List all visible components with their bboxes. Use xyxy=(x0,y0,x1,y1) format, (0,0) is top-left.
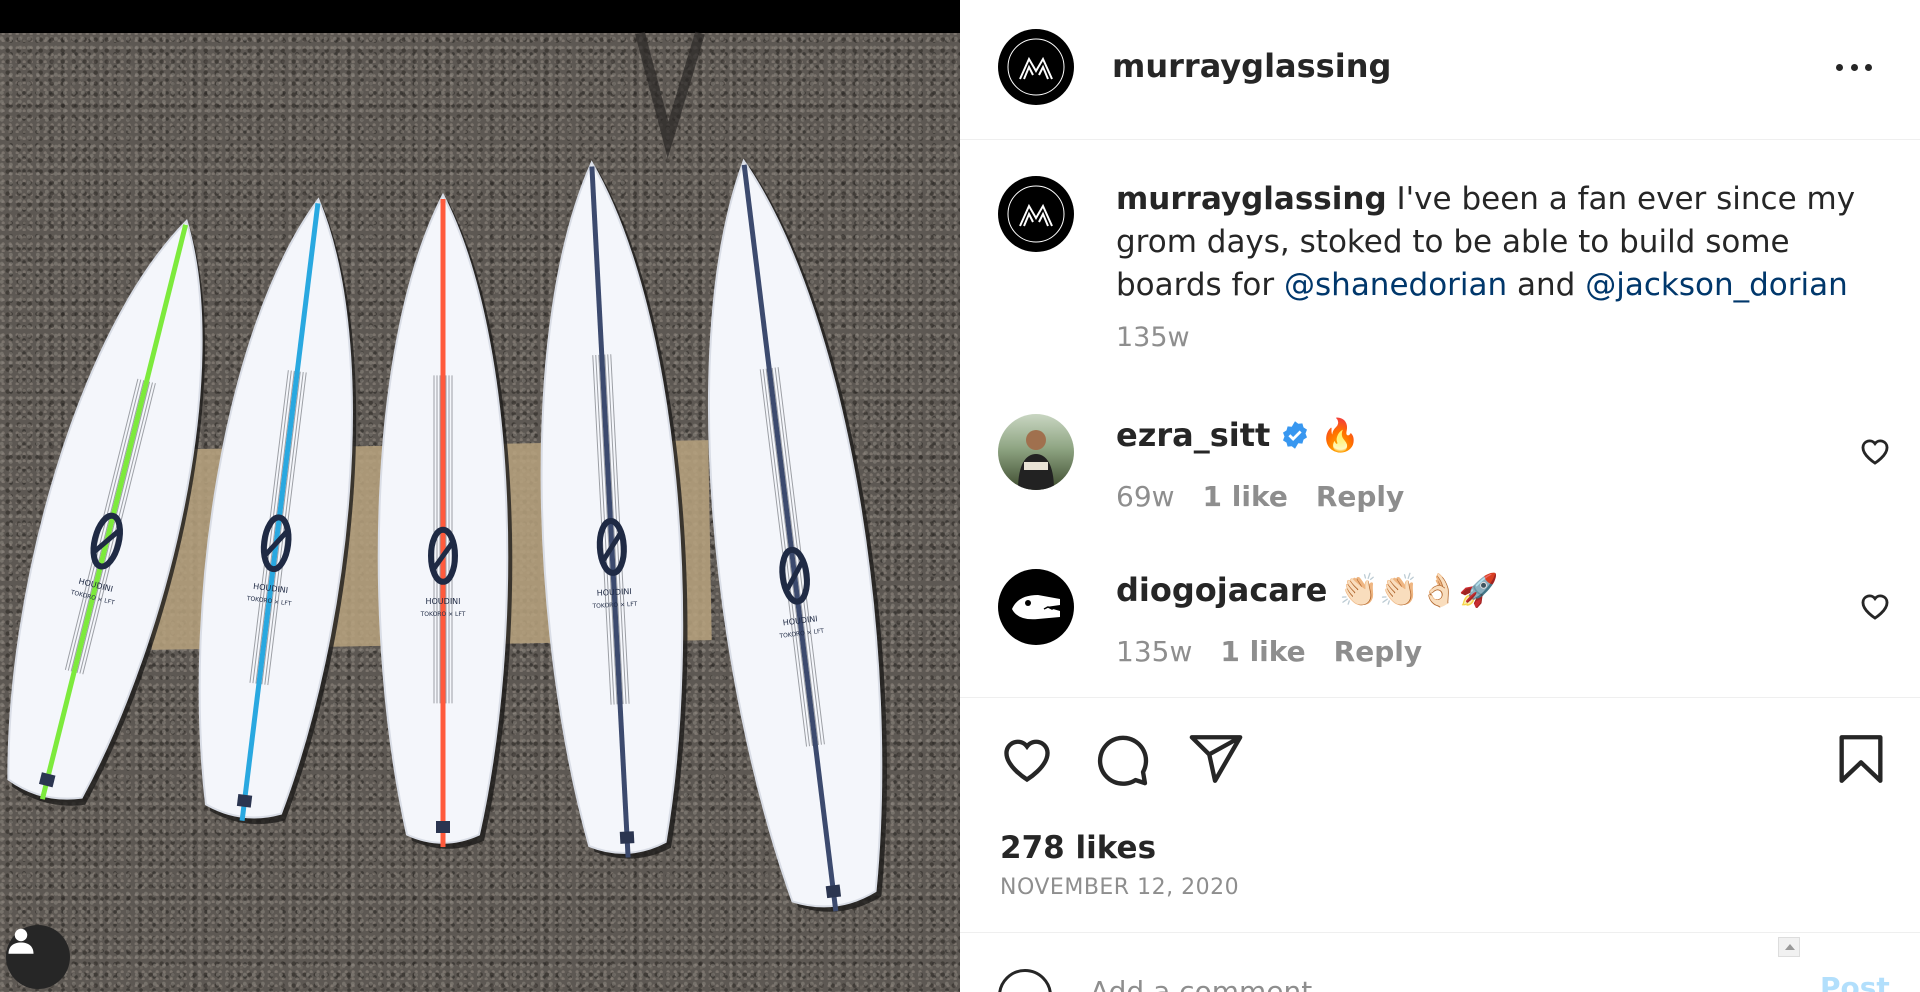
author-username[interactable]: murrayglassing xyxy=(1112,47,1391,85)
heart-icon[interactable] xyxy=(1858,434,1892,468)
tagged-users-button[interactable] xyxy=(6,925,70,989)
comment-username[interactable]: ezra_sitt xyxy=(1116,416,1270,454)
comment-meta: 69w 1 like Reply xyxy=(1116,480,1404,513)
comment-timestamp[interactable]: 69w xyxy=(1116,480,1175,513)
emoji-icon[interactable] xyxy=(998,969,1052,992)
post-side-panel: murrayglassing murrayglassing I've been … xyxy=(960,0,1920,992)
board-label: HOUDINI xyxy=(596,587,631,598)
instagram-post-view: HOUDINI TOKORO × LFT HOUDINI TOKORO × LFT HO… xyxy=(0,0,1920,992)
post-caption: murrayglassing I've been a fan ever sinc… xyxy=(1116,178,1876,307)
verified-badge-icon xyxy=(1280,420,1310,450)
paper-plane-icon[interactable] xyxy=(1187,730,1245,788)
comment-username[interactable]: diogojacare xyxy=(1116,571,1327,609)
caption-author-avatar[interactable] xyxy=(998,176,1074,252)
heart-icon[interactable] xyxy=(1858,589,1892,623)
surfboards-illustration: HOUDINITOKORO × LFTHOUDINITOKORO × LFT HO… xyxy=(7,31,887,912)
post-header: murrayglassing xyxy=(960,0,1920,140)
comment-likes[interactable]: 1 like xyxy=(1220,635,1305,668)
surfboard: HOUDINI TOKORO × LFT xyxy=(377,192,513,849)
caption-username[interactable]: murrayglassing xyxy=(1116,181,1387,217)
board-label: HOUDINI xyxy=(425,597,460,606)
commenter-avatar[interactable] xyxy=(998,569,1074,645)
comment-likes[interactable]: 1 like xyxy=(1203,480,1288,513)
comment-timestamp[interactable]: 135w xyxy=(1116,635,1192,668)
divider xyxy=(960,697,1920,698)
comment-meta: 135w 1 like Reply xyxy=(1116,635,1422,668)
post-photo[interactable]: HOUDINI TOKORO × LFT HOUDINI TOKORO × LFT HO… xyxy=(0,0,960,992)
murray-glassing-logo-icon xyxy=(1000,31,1072,103)
likes-count[interactable]: 278 likes xyxy=(1000,830,1156,866)
post-date[interactable]: NOVEMBER 12, 2020 xyxy=(1000,875,1239,900)
mention-link[interactable]: @jackson_dorian xyxy=(1585,267,1848,303)
jacare-logo-icon xyxy=(1000,571,1072,643)
caption-text: and xyxy=(1507,267,1586,303)
murray-glassing-logo-icon xyxy=(1000,178,1072,250)
heart-icon[interactable] xyxy=(998,730,1056,788)
surfboard: HOUDINITOKORO × LFT xyxy=(540,160,688,859)
comment-line: ezra_sitt 🔥 xyxy=(1116,416,1360,454)
comment-icon[interactable] xyxy=(1093,730,1151,788)
comment-item: ezra_sitt 🔥 69w 1 like Reply xyxy=(960,414,1920,544)
reply-button[interactable]: Reply xyxy=(1334,635,1422,668)
mention-link[interactable]: @shanedorian xyxy=(1284,267,1507,303)
board-sublabel: TOKORO × LFT xyxy=(420,611,466,618)
author-avatar[interactable] xyxy=(998,29,1074,105)
scroll-up-arrow[interactable] xyxy=(1778,937,1800,957)
more-horizontal-icon xyxy=(1836,63,1843,71)
person-photo-icon xyxy=(1018,430,1054,490)
comment-text: 👏🏻👏🏻👌🏻🚀 xyxy=(1339,571,1499,609)
add-comment-form: Post xyxy=(960,932,1920,992)
comment-line: diogojacare 👏🏻👏🏻👌🏻🚀 xyxy=(1116,571,1499,609)
user-icon xyxy=(8,928,34,954)
comment-input[interactable] xyxy=(1090,971,1670,992)
more-options-button[interactable] xyxy=(1832,49,1876,85)
bookmark-icon[interactable] xyxy=(1832,730,1890,788)
comment-item: diogojacare 👏🏻👏🏻👌🏻🚀 135w 1 like Reply xyxy=(960,569,1920,699)
commenter-avatar[interactable] xyxy=(998,414,1074,490)
comment-text: 🔥 xyxy=(1320,416,1361,454)
post-comment-button[interactable]: Post xyxy=(1820,971,1890,992)
reply-button[interactable]: Reply xyxy=(1316,480,1404,513)
caption-timestamp[interactable]: 135w xyxy=(1116,322,1190,353)
